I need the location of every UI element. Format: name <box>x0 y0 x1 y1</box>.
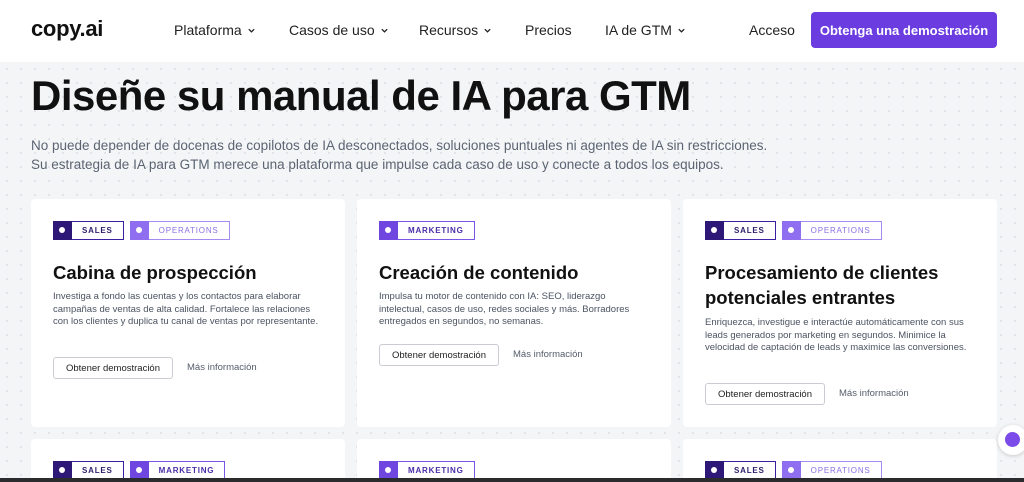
window-edge <box>0 478 1024 482</box>
tag-label: SALES <box>734 226 765 235</box>
top-nav: copy.ai Plataforma Casos de uso Recursos… <box>0 0 1024 62</box>
get-demo-button[interactable]: Obtener demostración <box>705 383 825 405</box>
tag-operations: OPERATIONS <box>129 221 230 240</box>
tag-operations: OPERATIONS <box>781 221 882 240</box>
nav-item-casos-de-uso[interactable]: Casos de uso <box>289 22 389 38</box>
tag-list: SALES OPERATIONS <box>705 221 882 240</box>
card-title: Creación de contenido <box>379 262 579 283</box>
page-title: Diseñe su manual de IA para GTM <box>31 72 691 119</box>
login-link[interactable]: Acceso <box>749 22 795 38</box>
get-demo-button[interactable]: Obtenga una demostración <box>811 12 997 48</box>
brain-icon <box>1005 432 1020 447</box>
tag-label: MARKETING <box>408 226 464 235</box>
tag-list: SALES OPERATIONS <box>53 221 230 240</box>
nav-item-label: Casos de uso <box>289 22 375 38</box>
card-description: Investiga a fondo las cuentas y los cont… <box>53 291 319 327</box>
card-title: Cabina de prospección <box>53 262 257 283</box>
tag-dot-icon <box>705 221 724 240</box>
tag-dot-icon <box>781 221 801 240</box>
nav-item-ia-de-gtm[interactable]: IA de GTM <box>605 22 686 38</box>
learn-more-link[interactable]: Más información <box>839 388 909 399</box>
learn-more-link[interactable]: Más información <box>187 362 257 373</box>
tag-label: SALES <box>82 226 113 235</box>
nav-item-plataforma[interactable]: Plataforma <box>174 22 256 38</box>
use-case-card-leads: SALES OPERATIONS Procesamiento de client… <box>683 199 997 427</box>
get-demo-button[interactable]: Obtener demostración <box>53 357 173 379</box>
tag-label: SALES <box>734 466 765 475</box>
nav-item-label: Plataforma <box>174 22 242 38</box>
tag-label: MARKETING <box>408 466 464 475</box>
chevron-down-icon <box>380 28 388 33</box>
card-title: Procesamiento de clientes potenciales en… <box>705 262 939 308</box>
card-description: Impulsa tu motor de contenido con IA: SE… <box>379 291 630 327</box>
chat-widget-button[interactable] <box>998 425 1024 455</box>
logo[interactable]: copy.ai <box>31 16 103 42</box>
learn-more-link[interactable]: Más información <box>513 349 583 360</box>
subtitle-line: Su estrategia de IA para GTM merece una … <box>31 157 724 172</box>
nav-item-recursos[interactable]: Recursos <box>419 22 492 38</box>
use-case-card: SALES OPERATIONS <box>683 439 997 482</box>
chevron-down-icon <box>678 28 685 33</box>
tag-label: OPERATIONS <box>810 466 871 475</box>
chevron-down-icon <box>484 28 491 33</box>
nav-item-label: Precios <box>525 22 572 38</box>
nav-item-precios[interactable]: Precios <box>525 22 572 38</box>
use-case-card: SALES MARKETING <box>31 439 345 482</box>
tag-dot-icon <box>129 221 149 240</box>
nav-item-label: IA de GTM <box>605 22 672 38</box>
tag-list: MARKETING <box>379 221 475 240</box>
use-case-card: MARKETING <box>357 439 671 482</box>
subtitle-line: No puede depender de docenas de copiloto… <box>31 138 768 153</box>
chevron-down-icon <box>248 28 255 33</box>
get-demo-button[interactable]: Obtener demostración <box>379 344 499 366</box>
page-subtitle: No puede depender de docenas de copiloto… <box>31 136 791 174</box>
card-description: Enriquezca, investigue e interactúe auto… <box>705 317 967 353</box>
use-case-card-contenido: MARKETING Creación de contenido Impulsa … <box>357 199 671 427</box>
tag-label: MARKETING <box>158 466 215 475</box>
tag-marketing: MARKETING <box>379 221 475 240</box>
tag-sales: SALES <box>705 221 776 240</box>
nav-item-label: Recursos <box>419 22 479 38</box>
tag-sales: SALES <box>53 221 124 240</box>
tag-label: OPERATIONS <box>158 226 219 235</box>
tag-dot-icon <box>53 221 72 240</box>
use-case-card-prospeccion: SALES OPERATIONS Cabina de prospección I… <box>31 199 345 427</box>
tag-dot-icon <box>379 221 398 240</box>
tag-label: OPERATIONS <box>810 226 871 235</box>
tag-label: SALES <box>82 466 113 475</box>
